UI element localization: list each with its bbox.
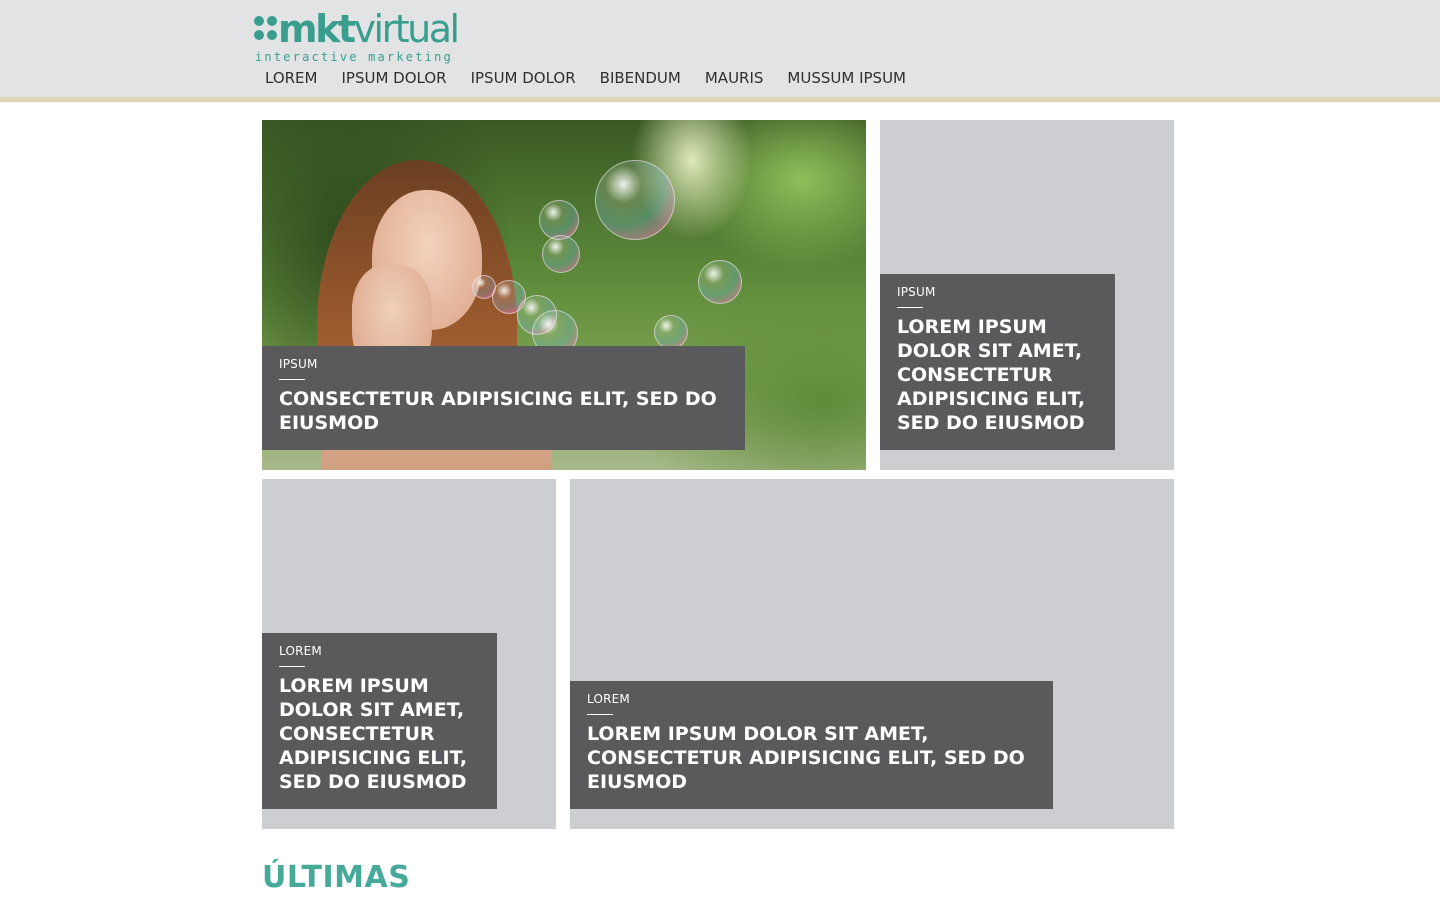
featured-card-4[interactable]: LOREM LOREM IPSUM DOLOR SIT AMET, CONSEC…: [570, 479, 1174, 829]
nav-item-lorem[interactable]: LOREM: [253, 66, 329, 90]
article-title[interactable]: LOREM IPSUM DOLOR SIT AMET, CONSECTETUR …: [587, 722, 1036, 794]
latest-section-title: ÚLTIMAS: [262, 860, 411, 895]
bubble: [539, 200, 579, 240]
category-label[interactable]: LOREM: [279, 643, 480, 659]
featured-caption: IPSUM CONSECTETUR ADIPISICING ELIT, SED …: [262, 346, 745, 450]
featured-card-3[interactable]: LOREM LOREM IPSUM DOLOR SIT AMET, CONSEC…: [262, 479, 556, 829]
logo-tagline: interactive marketing: [255, 50, 453, 64]
bubble: [654, 315, 688, 349]
category-label[interactable]: LOREM: [587, 691, 1036, 707]
featured-card-2[interactable]: IPSUM LOREM IPSUM DOLOR SIT AMET, CONSEC…: [880, 120, 1174, 470]
category-label[interactable]: IPSUM: [279, 356, 728, 372]
divider: [279, 379, 305, 380]
site-header: mktvirtual interactive marketing LOREM I…: [0, 0, 1440, 102]
logo-dots-icon: [254, 16, 280, 44]
article-title[interactable]: LOREM IPSUM DOLOR SIT AMET, CONSECTETUR …: [897, 315, 1098, 435]
nav-item-bibendum[interactable]: BIBENDUM: [588, 66, 693, 90]
divider: [897, 307, 923, 308]
nav-item-mauris[interactable]: MAURIS: [693, 66, 776, 90]
main-nav: LOREM IPSUM DOLOR IPSUM DOLOR BIBENDUM M…: [253, 66, 918, 90]
bubble: [595, 160, 675, 240]
logo-wordmark: mktvirtual: [278, 7, 460, 51]
featured-caption: LOREM LOREM IPSUM DOLOR SIT AMET, CONSEC…: [570, 681, 1053, 809]
nav-item-ipsum-dolor-2[interactable]: IPSUM DOLOR: [459, 66, 588, 90]
featured-caption: LOREM LOREM IPSUM DOLOR SIT AMET, CONSEC…: [262, 633, 497, 809]
article-title[interactable]: CONSECTETUR ADIPISICING ELIT, SED DO EIU…: [279, 387, 728, 435]
featured-caption: IPSUM LOREM IPSUM DOLOR SIT AMET, CONSEC…: [880, 274, 1115, 450]
site-logo[interactable]: mktvirtual interactive marketing: [254, 8, 460, 64]
article-title[interactable]: LOREM IPSUM DOLOR SIT AMET, CONSECTETUR …: [279, 674, 480, 794]
divider: [279, 666, 305, 667]
bubble: [698, 260, 742, 304]
nav-item-ipsum-dolor[interactable]: IPSUM DOLOR: [329, 66, 458, 90]
bubble: [542, 235, 580, 273]
featured-card-1[interactable]: IPSUM CONSECTETUR ADIPISICING ELIT, SED …: [262, 120, 866, 470]
category-label[interactable]: IPSUM: [897, 284, 1098, 300]
nav-item-mussum-ipsum[interactable]: MUSSUM IPSUM: [775, 66, 918, 90]
divider: [587, 714, 613, 715]
